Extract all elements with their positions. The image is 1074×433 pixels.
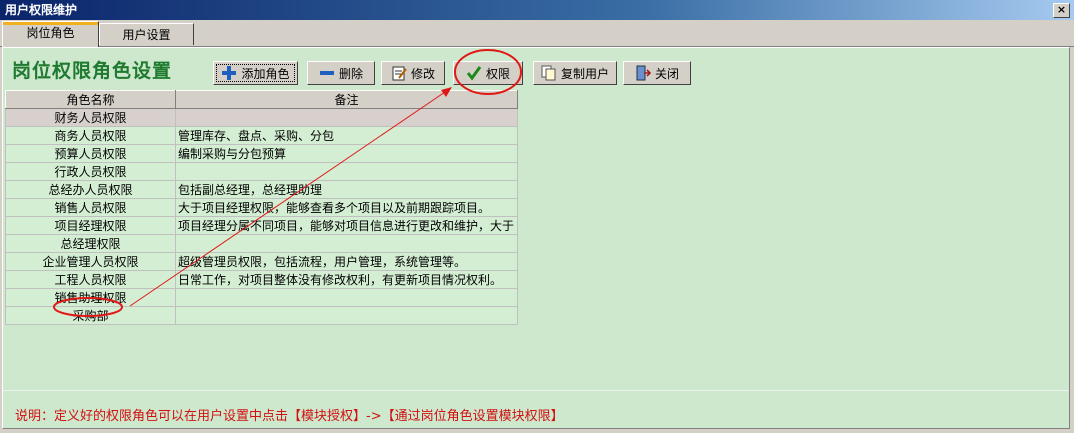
edit-button[interactable]: 修改	[381, 61, 445, 85]
footer-note-text: 说明：定义好的权限角色可以在用户设置中点击【模块授权】->【通过岗位角色设置模块…	[15, 409, 564, 424]
role-name-cell[interactable]: 工程人员权限	[5, 270, 176, 289]
note-cell[interactable]	[175, 162, 518, 181]
table-row[interactable]: 企业管理人员权限 超级管理员权限，包括流程，用户管理，系统管理等。	[5, 252, 518, 271]
table-row[interactable]: 商务人员权限 管理库存、盘点、采购、分包	[5, 126, 518, 145]
permission-button[interactable]: 权限	[453, 61, 523, 85]
delete-button[interactable]: 删除	[307, 61, 375, 85]
copy-icon	[541, 65, 557, 81]
minus-icon	[319, 65, 335, 81]
note-cell[interactable]	[175, 306, 518, 325]
edit-document-icon	[391, 65, 407, 81]
column-header-note[interactable]: 备注	[175, 90, 518, 109]
tab-position-roles[interactable]: 岗位角色	[2, 21, 99, 47]
tab-label: 岗位角色	[26, 26, 75, 40]
role-grid: 角色名称 备注 财务人员权限 商务人员权限 管理库存、盘点、采购、分包 预算人员权…	[5, 90, 518, 325]
role-name-cell[interactable]: 采购部	[5, 306, 176, 325]
role-settings-panel: 岗位权限角色设置 添加角色 删除 修改 权限 复制用户 关闭 角色名称 备注 财…	[2, 47, 1070, 429]
window-close-button[interactable]: ×	[1053, 3, 1070, 18]
note-cell[interactable]	[175, 234, 518, 253]
exit-door-icon	[635, 65, 652, 81]
table-row[interactable]: 总经办人员权限 包括副总经理，总经理助理	[5, 180, 518, 199]
note-cell[interactable]: 日常工作，对项目整体没有修改权利，有更新项目情况权利。	[175, 270, 518, 289]
add-role-button[interactable]: 添加角色	[213, 61, 298, 85]
role-name-cell[interactable]: 商务人员权限	[5, 126, 176, 145]
note-cell[interactable]: 编制采购与分包预算	[175, 144, 518, 163]
role-name-cell[interactable]: 销售人员权限	[5, 198, 176, 217]
table-row[interactable]: 财务人员权限	[5, 108, 518, 127]
role-name-cell[interactable]: 总经办人员权限	[5, 180, 176, 199]
note-cell[interactable]: 超级管理员权限，包括流程，用户管理，系统管理等。	[175, 252, 518, 271]
table-row[interactable]: 行政人员权限	[5, 162, 518, 181]
copy-user-label: 复制用户	[560, 66, 609, 81]
window-title: 用户权限维护	[5, 3, 78, 17]
page-title: 岗位权限角色设置	[12, 60, 173, 82]
plus-icon	[221, 65, 237, 81]
note-cell[interactable]: 管理库存、盘点、采购、分包	[175, 126, 518, 145]
checkmark-icon	[466, 65, 482, 81]
title-bar: 用户权限维护 ×	[0, 0, 1074, 20]
add-role-label: 添加角色	[241, 66, 290, 81]
table-row[interactable]: 销售助理权限	[5, 288, 518, 307]
role-name-cell[interactable]: 企业管理人员权限	[5, 252, 176, 271]
table-row[interactable]: 总经理权限	[5, 234, 518, 253]
note-cell[interactable]: 大于项目经理权限，能够查看多个项目以及前期跟踪项目。	[175, 198, 518, 217]
note-cell[interactable]	[175, 288, 518, 307]
role-name-cell[interactable]: 财务人员权限	[5, 108, 176, 127]
table-header-row: 角色名称 备注	[5, 90, 518, 109]
footer-note: 说明：定义好的权限角色可以在用户设置中点击【模块授权】->【通过岗位角色设置模块…	[3, 390, 1069, 429]
permission-label: 权限	[485, 66, 510, 81]
role-name-cell[interactable]: 行政人员权限	[5, 162, 176, 181]
note-cell[interactable]: 项目经理分属不同项目，能够对项目信息进行更改和维护，大于	[175, 216, 518, 235]
edit-label: 修改	[410, 66, 435, 81]
copy-user-button[interactable]: 复制用户	[533, 61, 617, 85]
table-row[interactable]: 预算人员权限 编制采购与分包预算	[5, 144, 518, 163]
table-row[interactable]: 项目经理权限 项目经理分属不同项目，能够对项目信息进行更改和维护，大于	[5, 216, 518, 235]
role-name-cell[interactable]: 销售助理权限	[5, 288, 176, 307]
tab-strip: 岗位角色 用户设置	[0, 20, 1074, 47]
role-name-cell[interactable]: 总经理权限	[5, 234, 176, 253]
note-cell[interactable]	[175, 108, 518, 127]
tab-user-settings[interactable]: 用户设置	[99, 23, 194, 45]
column-header-role-name[interactable]: 角色名称	[5, 90, 176, 109]
role-name-cell[interactable]: 预算人员权限	[5, 144, 176, 163]
table-row[interactable]: 销售人员权限 大于项目经理权限，能够查看多个项目以及前期跟踪项目。	[5, 198, 518, 217]
tab-label: 用户设置	[122, 28, 171, 42]
header-strip: 岗位权限角色设置 添加角色 删除 修改 权限 复制用户 关闭	[3, 48, 1069, 88]
role-table: 角色名称 备注 财务人员权限 商务人员权限 管理库存、盘点、采购、分包 预算人员权…	[5, 90, 518, 325]
table-row[interactable]: 采购部	[5, 306, 518, 325]
delete-label: 删除	[338, 66, 363, 81]
close-button[interactable]: 关闭	[623, 61, 691, 85]
table-row[interactable]: 工程人员权限 日常工作，对项目整体没有修改权利，有更新项目情况权利。	[5, 270, 518, 289]
role-name-cell[interactable]: 项目经理权限	[5, 216, 176, 235]
note-cell[interactable]: 包括副总经理，总经理助理	[175, 180, 518, 199]
close-label: 关闭	[654, 66, 679, 81]
